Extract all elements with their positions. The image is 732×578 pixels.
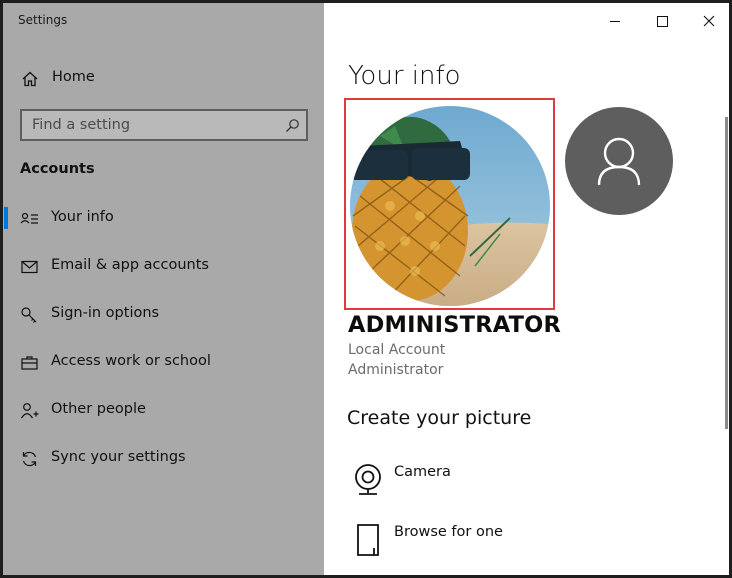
sidebar-item-label: Other people — [51, 401, 146, 417]
sidebar-item-label: Your info — [51, 209, 114, 225]
profile-picture[interactable] — [350, 106, 550, 306]
sidebar-item-label: Home — [52, 69, 95, 85]
sidebar-item-label: Access work or school — [51, 353, 211, 369]
camera-label: Camera — [394, 464, 451, 480]
section-title: Accounts — [20, 161, 95, 177]
content-pane: Your info ADMINISTRATOR Local Account Ad… — [324, 3, 729, 575]
account-role: Administrator — [348, 362, 444, 378]
profile-picture-highlight — [344, 98, 555, 310]
sidebar: Settings Home Find a setting Accounts Yo… — [3, 3, 324, 575]
minimize-button[interactable] — [605, 11, 625, 31]
sync-icon — [20, 450, 40, 468]
person-card-icon — [20, 210, 40, 228]
account-type: Local Account — [348, 342, 446, 358]
search-icon[interactable] — [284, 118, 300, 134]
person-add-icon — [20, 402, 40, 420]
sidebar-item-your-info[interactable]: Your info — [3, 199, 324, 239]
sidebar-item-work-school[interactable]: Access work or school — [3, 343, 324, 383]
sidebar-item-label: Email & app accounts — [51, 257, 209, 273]
camera-icon — [352, 462, 384, 498]
create-picture-title: Create your picture — [347, 407, 532, 429]
briefcase-icon — [20, 354, 40, 372]
sidebar-item-home[interactable]: Home — [3, 61, 324, 97]
page-title: Your info — [348, 61, 461, 91]
sidebar-item-other-people[interactable]: Other people — [3, 391, 324, 431]
sidebar-item-sync[interactable]: Sync your settings — [3, 439, 324, 479]
close-button[interactable] — [699, 11, 719, 31]
default-avatar — [565, 107, 673, 215]
window-controls — [579, 3, 729, 39]
key-icon — [20, 306, 40, 324]
person-icon — [597, 137, 641, 186]
sidebar-item-email[interactable]: Email & app accounts — [3, 247, 324, 287]
user-name: ADMINISTRATOR — [348, 312, 561, 338]
sidebar-item-sign-in[interactable]: Sign-in options — [3, 295, 324, 335]
sidebar-item-label: Sign-in options — [51, 305, 160, 321]
search-placeholder: Find a setting — [32, 117, 131, 133]
search-input[interactable]: Find a setting — [20, 109, 308, 141]
browse-button[interactable]: Browse for one — [348, 518, 648, 562]
window-title: Settings — [18, 13, 68, 27]
scrollbar[interactable] — [725, 117, 728, 429]
camera-button[interactable]: Camera — [348, 458, 648, 502]
file-icon — [352, 522, 384, 558]
active-indicator — [4, 207, 8, 229]
home-icon — [21, 70, 39, 88]
browse-label: Browse for one — [394, 524, 503, 540]
settings-window: Settings Home Find a setting Accounts Yo… — [0, 0, 732, 578]
mail-icon — [20, 258, 40, 276]
maximize-button[interactable] — [652, 11, 672, 31]
sidebar-item-label: Sync your settings — [51, 449, 186, 465]
